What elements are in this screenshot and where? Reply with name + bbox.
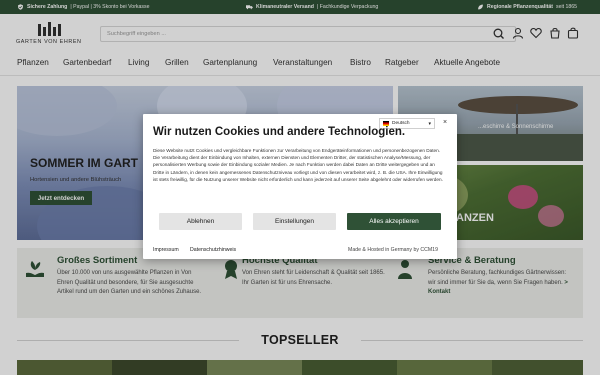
cookie-dialog-title: Wir nutzen Cookies und andere Technologi… [153,126,406,138]
accept-all-button[interactable]: Alles akzeptieren [347,213,441,230]
cookie-consent-dialog: Deutsch ▾ × Wir nutzen Cookies und ander… [143,114,457,259]
settings-button[interactable]: Einstellungen [253,213,336,230]
ccm19-credit: Made & Hosted in Germany by CCM19 [348,247,438,253]
chevron-down-icon: ▾ [428,121,431,127]
imprint-link[interactable]: Impressum [153,247,179,253]
close-icon[interactable]: × [441,119,449,127]
cookie-dialog-body: Diese Website nutzt Cookies und vergleic… [153,148,443,182]
privacy-link[interactable]: Datenschutzhinweis [190,247,236,253]
decline-button[interactable]: Ablehnen [159,213,242,230]
